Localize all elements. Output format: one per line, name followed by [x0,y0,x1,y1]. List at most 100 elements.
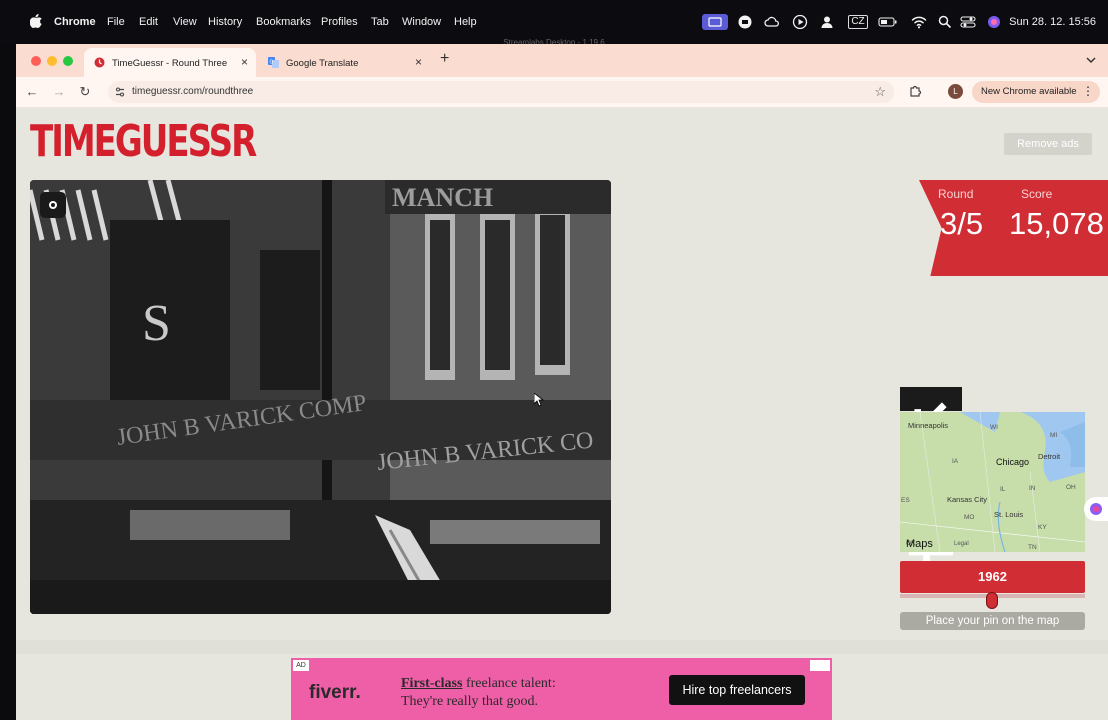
url-text[interactable]: timeguessr.com/roundthree [132,86,253,97]
menu-history[interactable]: History [208,16,242,28]
timeguessr-favicon-icon [94,57,105,68]
tab-search-chevron-icon[interactable] [1084,53,1098,67]
update-label: New Chrome available [981,86,1077,97]
profile-avatar[interactable]: L [948,84,963,99]
menu-tab[interactable]: Tab [371,16,389,28]
adchoices-icon[interactable] [810,660,830,671]
score-label: Score [1021,187,1053,201]
maps-brand-label: Maps [906,538,933,550]
round-value: 3/5 [940,206,984,241]
round-label: Round [938,187,974,201]
browser-extension-side-icon[interactable] [1084,497,1108,521]
map-city-minneapolis: Minneapolis [908,421,949,430]
svg-text:G: G [270,60,274,66]
ad-headline: First-class freelance talent: [401,676,556,692]
place-pin-button[interactable]: Place your pin on the map [900,612,1085,630]
tab-title: Google Translate [286,58,359,69]
map-city-detroit: Detroit [1038,452,1061,461]
svg-text:S: S [142,295,171,352]
map-state-label: IL [1000,486,1006,493]
ad-brand-logo[interactable]: fiverr. [309,682,361,704]
back-arrow-icon[interactable]: ← [24,84,40,100]
menu-bookmarks[interactable]: Bookmarks [256,16,311,28]
more-menu-icon[interactable]: ⋮ [1082,84,1094,98]
menu-edit[interactable]: Edit [139,16,158,28]
new-tab-icon[interactable]: + [440,50,449,68]
menu-view[interactable]: View [173,16,197,28]
map-base [900,412,1085,552]
site-info-icon[interactable] [114,86,126,98]
streamlabs-icon[interactable] [737,14,753,30]
photo-fullscreen-icon[interactable] [40,192,66,218]
hire-freelancers-button[interactable]: Hire top freelancers [669,675,805,705]
ad-headline-rest: freelance talent: [465,676,556,691]
new-chrome-available-button[interactable]: New Chrome available ⋮ [972,81,1100,103]
svg-text:MANCH: MANCH [392,183,493,212]
mouse-cursor-icon [534,393,544,407]
map-state-label: OH [1066,484,1076,491]
ad-tag: AD [293,660,309,671]
menu-window[interactable]: Window [402,16,441,28]
battery-icon[interactable] [878,14,898,30]
address-bar[interactable]: timeguessr.com/roundthree ☆ [108,81,894,103]
map-state-label: IN [1029,485,1036,492]
wifi-icon[interactable] [911,14,927,30]
menu-help[interactable]: Help [454,16,477,28]
map-city-kansas-city: Kansas City [947,495,988,504]
historical-photo[interactable]: MANCH S JOHN B VARICK COMP JOHN B VARICK… [30,180,611,614]
extensions-puzzle-icon[interactable] [908,84,922,98]
map-state-label: WI [990,424,998,431]
close-tab-icon[interactable]: × [415,55,422,69]
remove-ads-button[interactable]: Remove ads [1004,133,1092,155]
close-window-button[interactable] [31,56,41,66]
map-state-label: MI [1050,432,1058,439]
map-state-label: KY [1038,524,1047,531]
map-controls [900,387,962,570]
ad-separator [16,640,1108,654]
round-score-panel: Round 3/5 Score 15,078 [919,180,1108,276]
guess-map[interactable]: Minneapolis Chicago Detroit Kansas City … [900,412,1085,552]
tab-strip: TimeGuessr - Round Three × G Google Tran… [16,44,1108,77]
map-state-label: TN [1028,544,1037,551]
apple-logo-icon[interactable] [30,14,42,28]
cloud-sync-icon[interactable] [764,14,780,30]
map-city-st-louis: St. Louis [994,510,1024,519]
ad-headline-emphasis: First-class [401,676,463,691]
close-tab-icon[interactable]: × [241,55,248,69]
chrome-window: TimeGuessr - Round Three × G Google Tran… [16,44,1108,720]
map-state-label: IA [952,458,959,465]
screen-mirroring-icon[interactable] [702,14,728,30]
tab-title: TimeGuessr - Round Three [112,58,228,69]
input-source-indicator[interactable]: CZ [848,15,868,29]
play-icon[interactable] [792,14,808,30]
control-center-icon[interactable] [960,14,976,30]
year-slider-thumb[interactable] [986,592,998,609]
menubar-clock[interactable]: Sun 28. 12. 15:56 [1009,16,1096,28]
spotlight-search-icon[interactable] [937,14,953,30]
timeguessr-logo[interactable]: TIMEGUESSR [30,119,257,180]
zoom-window-button[interactable] [63,56,73,66]
menu-file[interactable]: File [107,16,125,28]
timeguessr-page: TIMEGUESSR Remove ads MANCH S JOHN B VAR… [16,107,1108,720]
siri-icon[interactable] [986,14,1002,30]
forward-arrow-icon[interactable]: → [51,84,67,100]
map-legal-link[interactable]: Legal [954,541,969,547]
bookmark-star-icon[interactable]: ☆ [874,84,886,100]
menu-profiles[interactable]: Profiles [321,16,358,28]
score-value: 15,078 [1009,206,1104,241]
user-icon[interactable] [819,14,835,30]
menu-app-name[interactable]: Chrome [54,16,96,28]
minimize-window-button[interactable] [47,56,57,66]
map-city-chicago: Chicago [996,457,1030,467]
tab-google-translate[interactable]: G Google Translate × [258,48,430,77]
google-translate-favicon-icon: G [268,57,279,68]
tab-timeguessr[interactable]: TimeGuessr - Round Three × [84,48,256,77]
reload-icon[interactable]: ↻ [77,84,93,100]
photo-image: MANCH S JOHN B VARICK COMP JOHN B VARICK… [30,180,611,614]
apple-maps-logo: Maps [906,538,933,550]
year-display: 1962 [900,561,1085,593]
fiverr-ad-banner[interactable]: AD fiverr. First-class freelance talent:… [291,658,832,720]
ad-subline: They're really that good. [401,694,539,709]
map-state-label: ES [901,497,910,504]
browser-toolbar: ← → ↻ timeguessr.com/roundthree ☆ L New … [16,77,1108,107]
